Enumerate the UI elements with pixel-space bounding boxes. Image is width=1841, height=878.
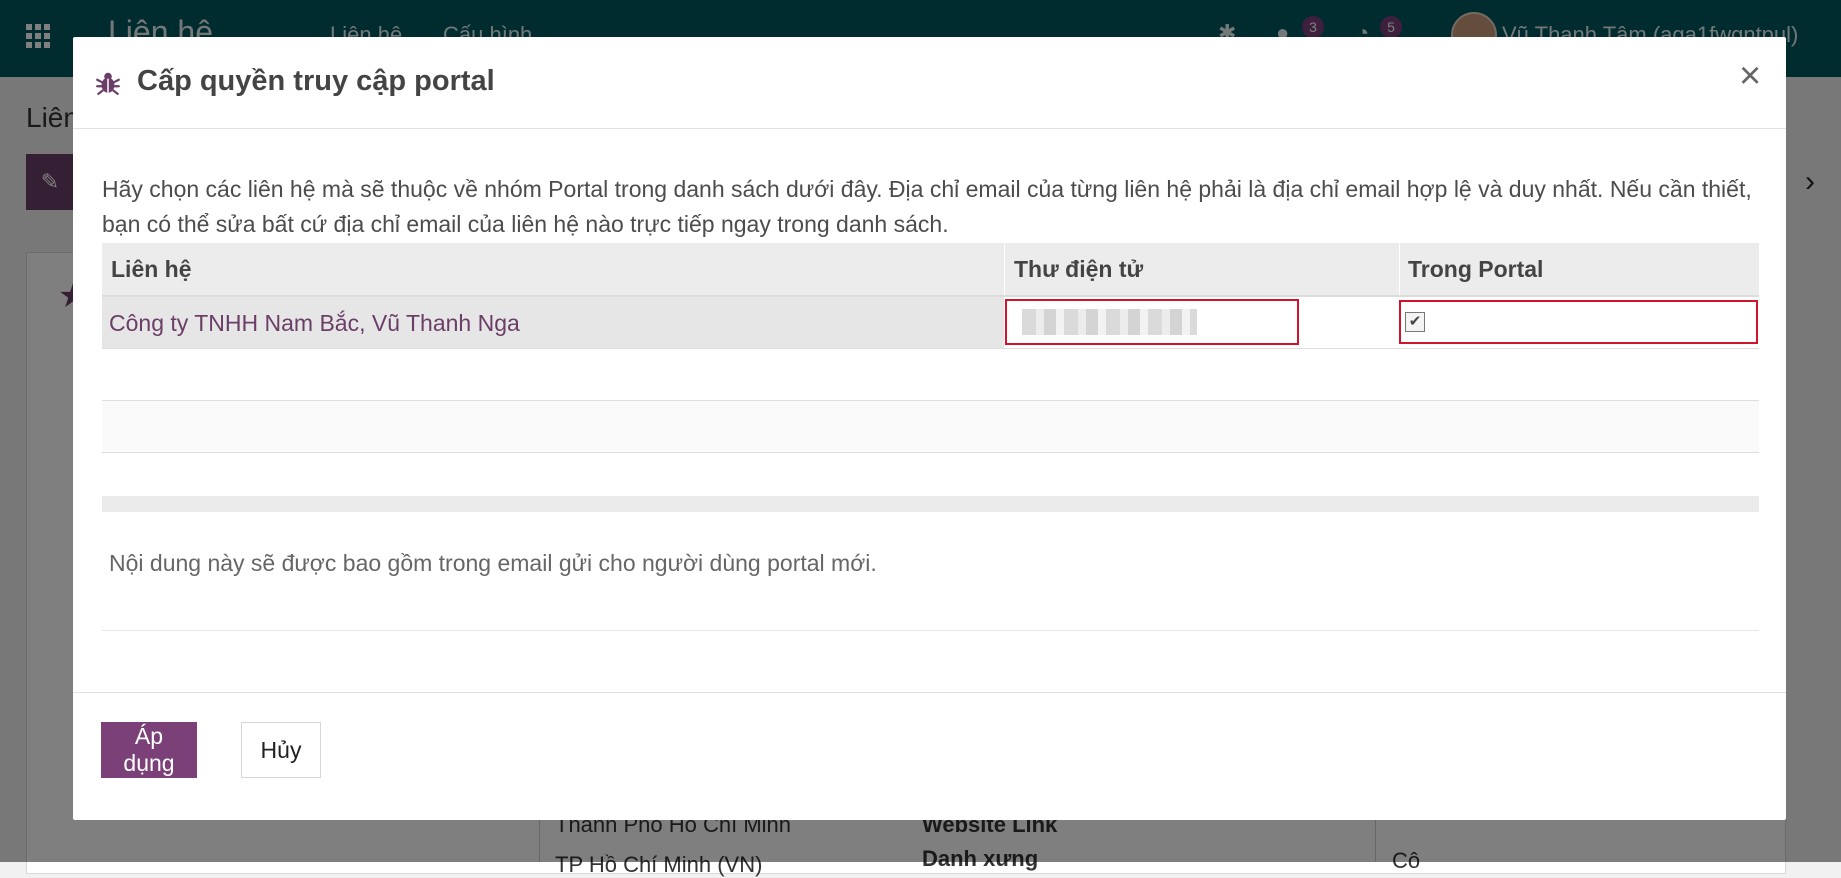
in-portal-checkbox[interactable]: ✔: [1405, 312, 1425, 332]
column-header-in-portal[interactable]: Trong Portal: [1399, 243, 1759, 295]
dialog-footer: Áp dụng Hủy: [73, 692, 1786, 821]
bug-icon: [96, 72, 120, 95]
apply-button[interactable]: Áp dụng: [101, 722, 197, 778]
table-row-empty: [102, 349, 1759, 401]
table-header: Liên hệ Thư điện tử Trong Portal: [102, 243, 1759, 297]
instructions-text: Hãy chọn các liên hệ mà sẽ thuộc về nhóm…: [102, 176, 1752, 237]
in-portal-highlight: [1399, 300, 1758, 344]
contact-name[interactable]: Công ty TNHH Nam Bắc, Vũ Thanh Nga: [109, 310, 520, 337]
note-divider: [102, 630, 1759, 631]
close-icon[interactable]: ×: [1739, 57, 1761, 95]
table-row[interactable]: Công ty TNHH Nam Bắc, Vũ Thanh Nga ✔: [102, 297, 1759, 349]
table-row-empty: [102, 401, 1759, 453]
checkmark-icon: ✔: [1408, 313, 1422, 330]
column-header-contact[interactable]: Liên hệ: [102, 243, 1004, 295]
email-redacted: [1022, 309, 1197, 335]
table-footer: [102, 496, 1759, 512]
contact-cell[interactable]: Công ty TNHH Nam Bắc, Vũ Thanh Nga: [102, 297, 1004, 348]
dialog-title: Cấp quyền truy cập portal: [137, 65, 495, 97]
portal-access-dialog: Cấp quyền truy cập portal × Hãy chọn các…: [73, 37, 1786, 820]
table-row-empty: [102, 453, 1759, 496]
portal-users-table: Liên hệ Thư điện tử Trong Portal Công ty…: [102, 243, 1759, 512]
cancel-button[interactable]: Hủy: [241, 722, 321, 778]
dialog-header: Cấp quyền truy cập portal ×: [73, 37, 1786, 129]
column-header-email[interactable]: Thư điện tử: [1005, 243, 1399, 295]
welcome-message-note[interactable]: Nội dung này sẽ được bao gồm trong email…: [109, 550, 877, 577]
